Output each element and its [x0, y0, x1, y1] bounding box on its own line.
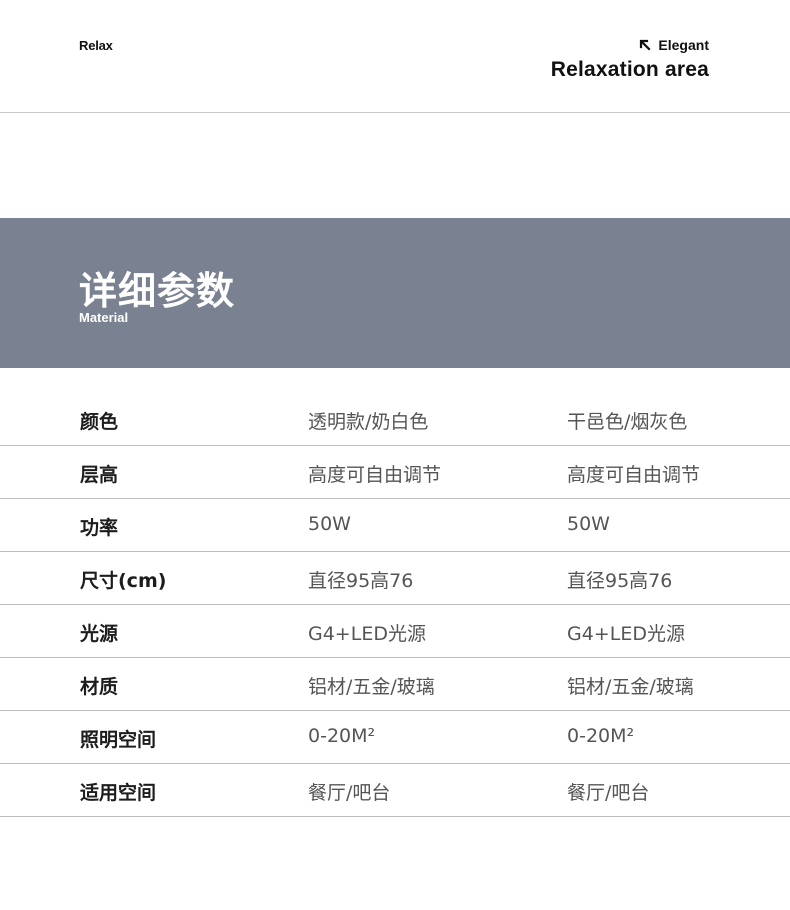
spec-value-b: 铝材/五金/玻璃: [567, 676, 694, 698]
spec-label: 光源: [80, 623, 119, 645]
elegant-tag: Elegant: [551, 37, 709, 53]
table-row: 层高 高度可自由调节 高度可自由调节: [0, 446, 790, 499]
table-row: 尺寸(cm) 直径95高76 直径95高76: [0, 552, 790, 605]
product-spec-page: Relax Elegant Relaxation area 详细参数 Mater…: [0, 0, 790, 910]
brand-title: Relaxation area: [550, 58, 709, 81]
spec-value-b: 干邑色/烟灰色: [567, 411, 688, 433]
spec-label: 颜色: [80, 411, 119, 433]
spec-value-b: 0-20M²: [567, 725, 635, 747]
table-row: 功率 50W 50W: [0, 499, 790, 552]
brand-left-label: Relax: [79, 38, 113, 53]
table-row: 适用空间 餐厅/吧台 餐厅/吧台: [0, 764, 790, 817]
spec-value-a: 直径95高76: [308, 570, 414, 592]
table-row: 颜色 透明款/奶白色 干邑色/烟灰色: [0, 393, 790, 446]
top-header: Relax Elegant Relaxation area: [0, 0, 790, 113]
spec-table: 颜色 透明款/奶白色 干邑色/烟灰色 层高 高度可自由调节 高度可自由调节 功率…: [0, 393, 790, 817]
spec-banner: 详细参数 Material: [0, 218, 790, 368]
spec-label: 材质: [80, 676, 119, 698]
spec-value-b: 50W: [567, 513, 610, 535]
banner-title: 详细参数: [79, 269, 236, 313]
spec-value-a: 餐厅/吧台: [308, 782, 391, 804]
spec-value-b: 直径95高76: [567, 570, 673, 592]
spec-value-a: 50W: [308, 513, 351, 535]
spec-value-b: G4+LED光源: [567, 623, 685, 645]
spec-label: 层高: [80, 464, 119, 486]
spec-label: 尺寸(cm): [80, 570, 167, 592]
spec-label: 照明空间: [80, 729, 157, 751]
spec-value-b: 高度可自由调节: [567, 464, 701, 486]
table-row: 光源 G4+LED光源 G4+LED光源: [0, 605, 790, 658]
table-row: 材质 铝材/五金/玻璃 铝材/五金/玻璃: [0, 658, 790, 711]
table-row: 照明空间 0-20M² 0-20M²: [0, 711, 790, 764]
arrow-up-left-icon: [638, 38, 652, 52]
spec-label: 适用空间: [80, 782, 157, 804]
spec-value-a: 0-20M²: [308, 725, 376, 747]
spec-label: 功率: [80, 517, 119, 539]
spec-value-a: 铝材/五金/玻璃: [308, 676, 435, 698]
spec-value-a: 高度可自由调节: [308, 464, 442, 486]
elegant-tag-label: Elegant: [658, 37, 709, 53]
spec-value-a: G4+LED光源: [308, 623, 426, 645]
brand-right: Elegant Relaxation area: [551, 37, 709, 82]
banner-subtitle: Material: [79, 310, 129, 325]
spec-value-a: 透明款/奶白色: [308, 411, 429, 433]
spec-value-b: 餐厅/吧台: [567, 782, 650, 804]
